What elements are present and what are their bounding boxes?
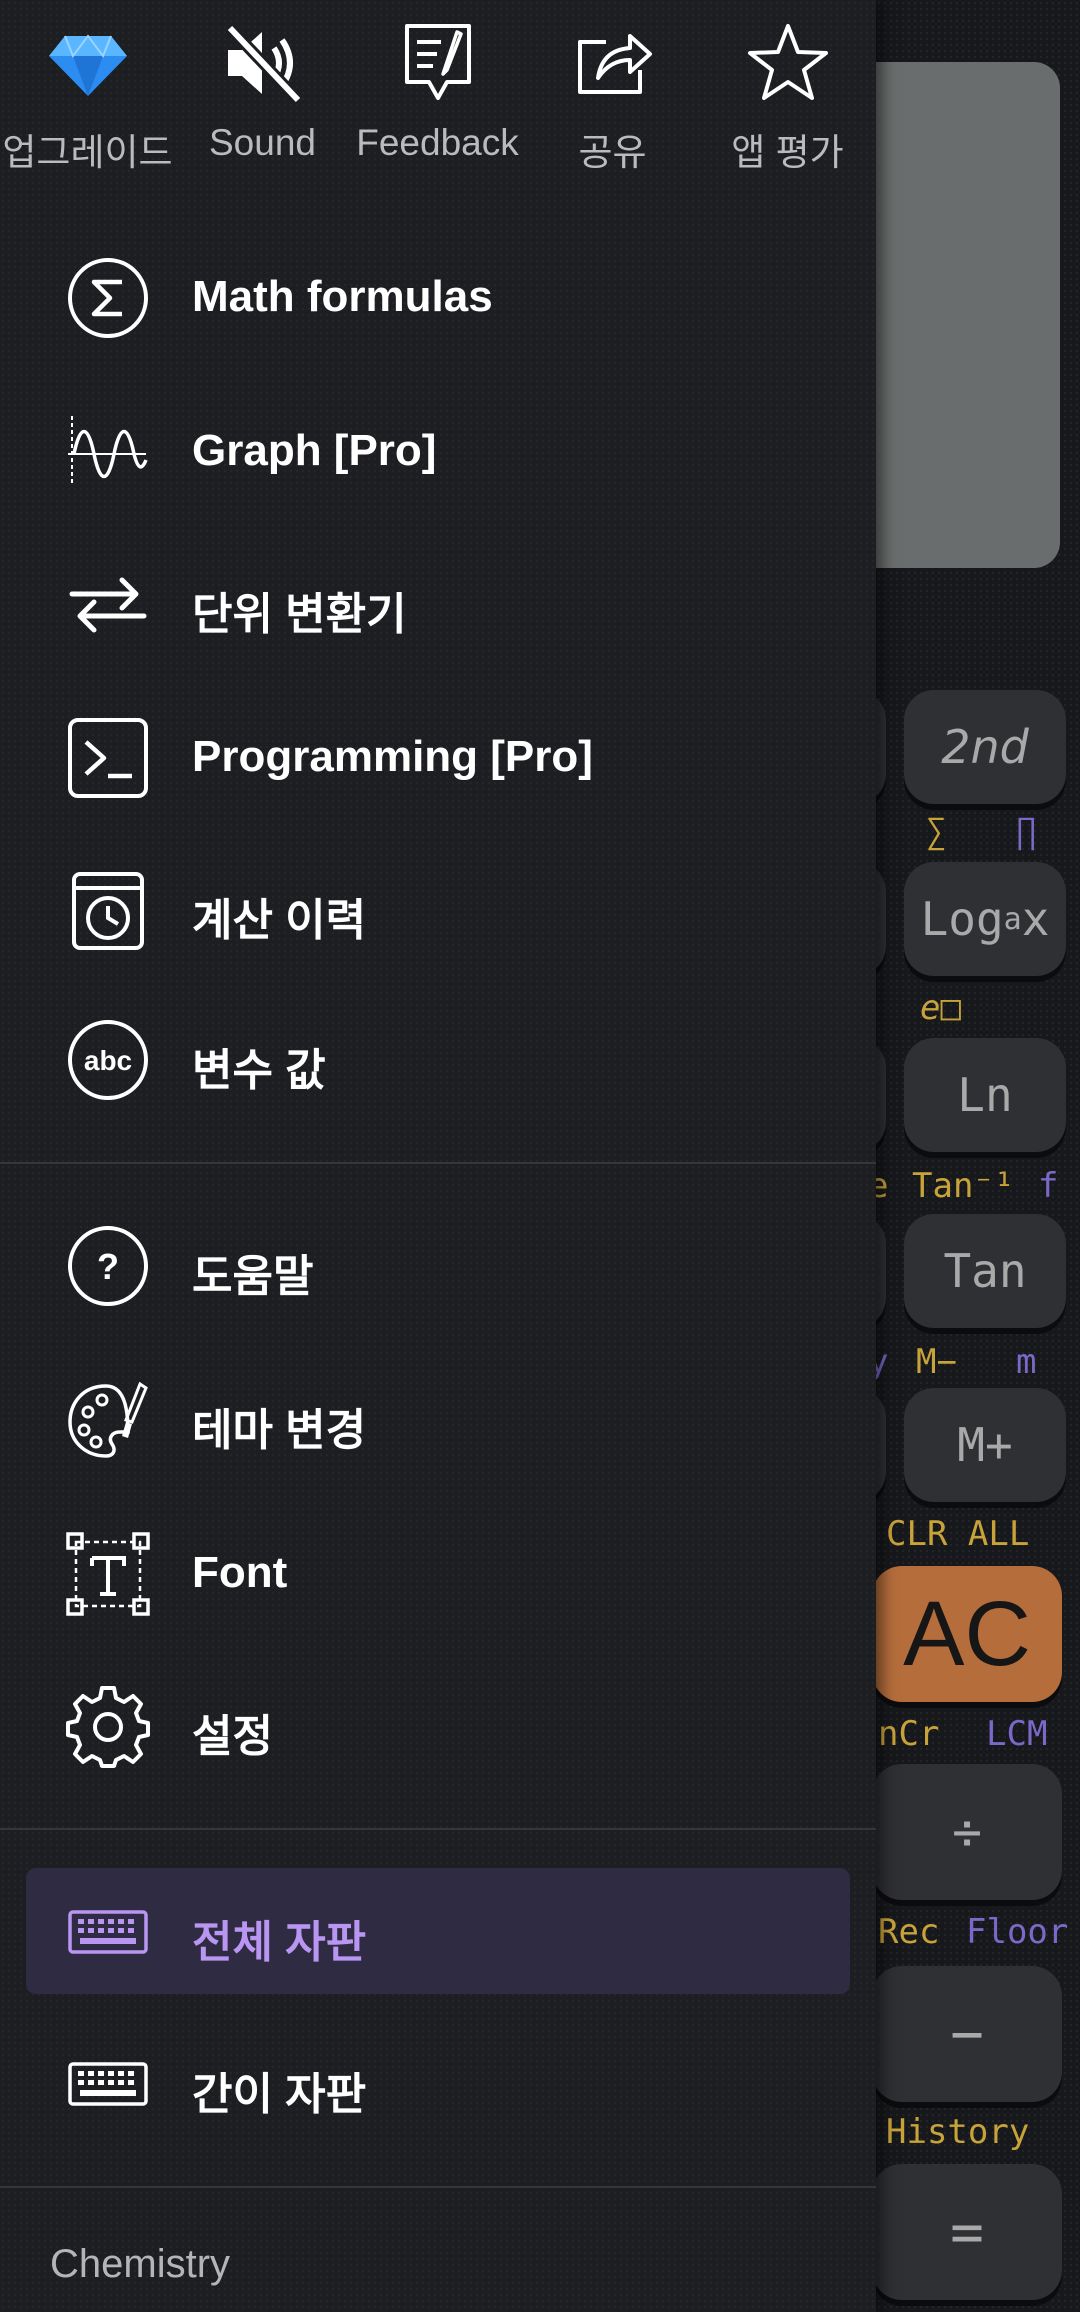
menu-item-theme[interactable]: 테마 변경	[0, 1350, 876, 1490]
menu-item-simple-keyboard[interactable]: 간이 자판	[0, 2014, 876, 2154]
share-label: 공유	[578, 132, 647, 173]
svg-text:abc: abc	[84, 1045, 132, 1076]
navigation-drawer: 업그레이드 Sound Feedback 공유 앱 평가 Math formul…	[0, 0, 876, 2312]
history-label: History	[886, 2112, 1030, 2152]
equals-key[interactable]: =	[872, 2164, 1062, 2300]
feedback-button[interactable]: Feedback	[350, 20, 525, 180]
menu-label: 테마 변경	[192, 1406, 367, 1455]
menu-label: Font	[192, 1548, 288, 1597]
upgrade-label: 업그레이드	[2, 132, 173, 173]
menu-item-history[interactable]: 계산 이력	[0, 840, 876, 980]
rate-app-button[interactable]: 앱 평가	[700, 20, 875, 180]
diamond-icon	[48, 34, 127, 96]
f-label: f	[1038, 1166, 1059, 1206]
log-label: Log	[920, 892, 1004, 946]
feedback-label: Feedback	[356, 122, 519, 163]
tan-key[interactable]: Tan	[904, 1214, 1066, 1328]
divider	[0, 2186, 876, 2188]
gear-icon	[66, 1686, 150, 1768]
m-minus-label: M−	[916, 1342, 957, 1382]
menu-label: 계산 이력	[192, 896, 367, 945]
keyboard-icon	[68, 1910, 148, 1954]
menu-item-help[interactable]: ? 도움말	[0, 1196, 876, 1336]
menu-item-graph[interactable]: Graph [Pro]	[0, 382, 876, 522]
m-label: m	[1016, 1342, 1037, 1382]
e-power-label: e□	[920, 988, 961, 1028]
floor-label: Floor	[966, 1912, 1069, 1952]
help-icon: ?	[68, 1226, 148, 1306]
sound-off-icon	[225, 23, 302, 105]
lcm-label: LCM	[986, 1714, 1048, 1754]
menu-label: 도움말	[192, 1252, 314, 1301]
sound-label: Sound	[209, 122, 316, 163]
menu-item-unit-converter[interactable]: 단위 변환기	[0, 534, 876, 674]
terminal-icon	[68, 718, 148, 798]
product-label: ∏	[1016, 812, 1037, 852]
menu-label: 전체 자판	[192, 1918, 367, 1967]
palette-icon	[68, 1381, 148, 1458]
ln-key[interactable]: Ln	[904, 1038, 1066, 1152]
divider	[0, 1828, 876, 1830]
history-icon	[72, 872, 144, 950]
divide-key[interactable]: ÷	[872, 1764, 1062, 1900]
log-arg: x	[1021, 892, 1050, 946]
tan-inverse-label: Tan⁻¹	[912, 1166, 1015, 1206]
drawer-top-actions: 업그레이드 Sound Feedback 공유 앱 평가	[0, 0, 876, 190]
sigma-icon	[68, 258, 148, 338]
graph-icon	[68, 416, 148, 484]
second-key[interactable]: 2nd	[904, 690, 1066, 804]
ncr-label: nCr	[878, 1714, 940, 1754]
section-header-chemistry: Chemistry	[50, 2242, 231, 2286]
sound-toggle[interactable]: Sound	[175, 20, 350, 180]
share-icon	[577, 34, 652, 94]
font-icon	[66, 1532, 150, 1616]
log-base: a	[1003, 901, 1022, 937]
keyboard-icon	[68, 2062, 148, 2106]
menu-label: 간이 자판	[192, 2070, 367, 2119]
rec-label: Rec	[878, 1912, 940, 1952]
feedback-icon	[404, 24, 471, 100]
ac-key[interactable]: AC	[872, 1566, 1062, 1702]
star-icon	[747, 24, 828, 100]
log-a-x-key[interactable]: Log a x	[904, 862, 1066, 976]
convert-arrows-icon	[69, 577, 147, 633]
menu-label: Programming [Pro]	[192, 732, 593, 781]
menu-item-full-keyboard[interactable]: 전체 자판	[0, 1862, 876, 2002]
upgrade-button[interactable]: 업그레이드	[0, 20, 175, 180]
menu-label: 설정	[192, 1712, 273, 1761]
rate-app-label: 앱 평가	[731, 132, 844, 173]
clr-all-label: CLR ALL	[886, 1514, 1030, 1554]
abc-icon: abc	[68, 1020, 148, 1100]
minus-key[interactable]: −	[872, 1966, 1062, 2102]
svg-text:?: ?	[97, 1246, 119, 1287]
menu-label: 단위 변환기	[192, 590, 407, 639]
menu-item-variables[interactable]: abc 변수 값	[0, 990, 876, 1130]
menu-item-settings[interactable]: 설정	[0, 1656, 876, 1796]
divider	[0, 1162, 876, 1164]
menu-item-font[interactable]: Font	[0, 1504, 876, 1644]
menu-label: Math formulas	[192, 272, 493, 321]
share-button[interactable]: 공유	[525, 20, 700, 180]
sum-label: ∑	[926, 812, 947, 852]
m-plus-key[interactable]: M+	[904, 1388, 1066, 1502]
menu-item-math-formulas[interactable]: Math formulas	[0, 228, 876, 368]
menu-label: 변수 값	[192, 1046, 326, 1095]
menu-label: Graph [Pro]	[192, 426, 437, 475]
menu-item-programming[interactable]: Programming [Pro]	[0, 688, 876, 828]
